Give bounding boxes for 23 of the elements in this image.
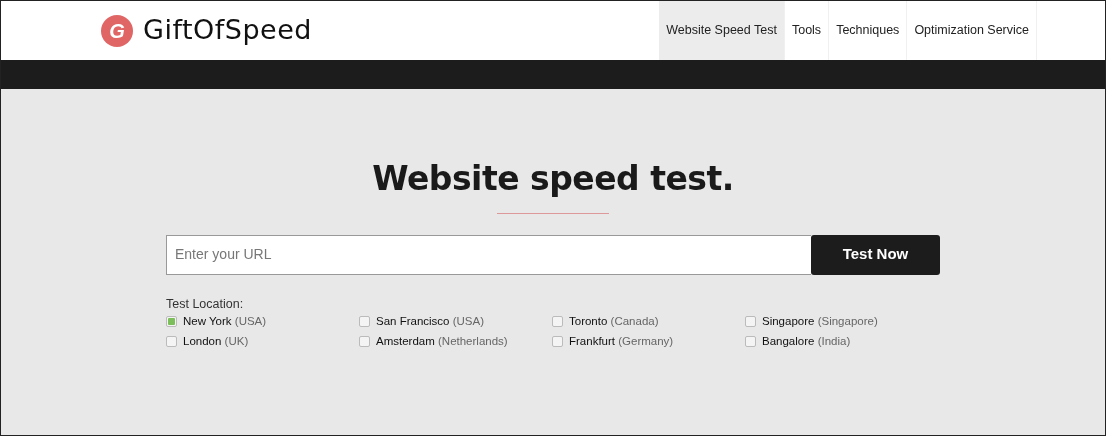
checkbox[interactable] [745, 335, 756, 347]
location-label[interactable]: Bangalore (India) [762, 332, 851, 350]
location-label[interactable]: Amsterdam (Netherlands) [376, 332, 508, 350]
checkbox[interactable] [552, 335, 563, 347]
logo-text[interactable]: GiftOfSpeed [143, 10, 312, 51]
checkbox[interactable] [745, 316, 756, 328]
url-input-field[interactable]: Enter your URL [166, 234, 811, 275]
location-label[interactable]: Toronto (Canada) [569, 313, 659, 331]
test-now-button[interactable]: Test Now [811, 234, 940, 275]
logo-icon: G [101, 14, 133, 47]
checkbox[interactable] [166, 316, 177, 328]
checkbox[interactable] [359, 316, 370, 328]
checkbox[interactable] [166, 335, 177, 347]
location-label[interactable]: Singapore (Singapore) [762, 313, 878, 331]
location-label[interactable]: Frankfurt (Germany) [569, 332, 674, 350]
test-location-label: Test Location: [166, 295, 245, 313]
location-label[interactable]: San Francisco (USA) [376, 313, 485, 331]
checkbox[interactable] [552, 316, 563, 328]
location-label[interactable]: New York (USA) [183, 313, 267, 331]
nav-link[interactable]: Website Speed Test [659, 1, 785, 60]
page-heading: Website speed test. [372, 159, 734, 199]
checkbox[interactable] [359, 335, 370, 347]
location-label[interactable]: London (UK) [183, 332, 249, 350]
